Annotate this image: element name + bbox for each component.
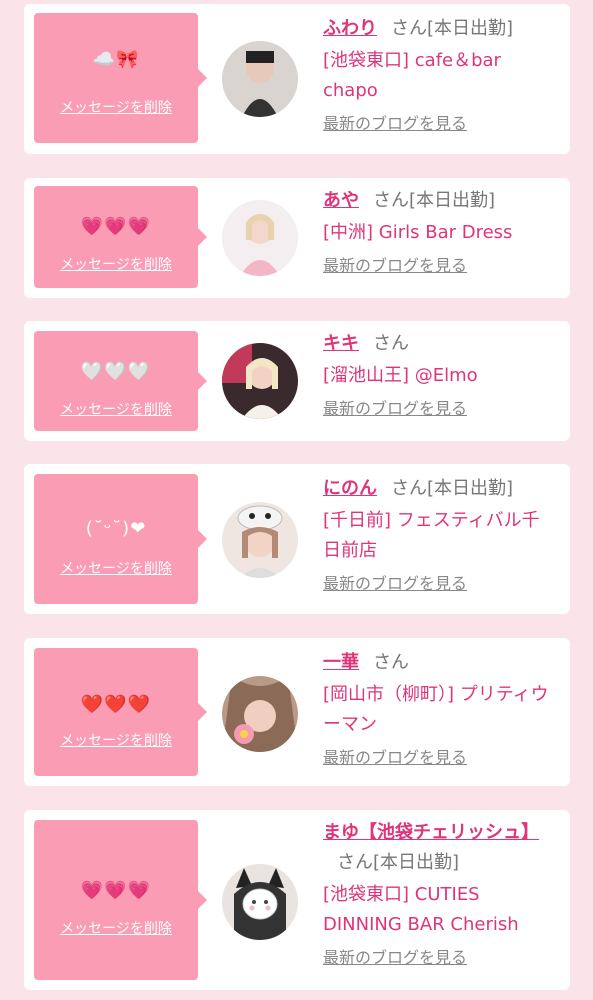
message-emoji: ❤️❤️❤️ (80, 694, 152, 715)
message-bubble: 💗💗💗 メッセージを削除 (34, 820, 207, 980)
delete-message-link[interactable]: メッセージを削除 (34, 732, 198, 750)
cast-info: ふわり さん[本日出勤] [池袋東口] cafe＆bar chapo 最新のブログ… (323, 14, 556, 134)
favorite-card: 💗💗💗 メッセージを削除 あや さん[本日出勤] [中洲] Girls Bar D… (24, 178, 570, 298)
avatar[interactable] (222, 200, 298, 276)
status-badge: [本日出勤] (409, 190, 496, 211)
message-bubble: 💗💗💗 メッセージを削除 (34, 186, 207, 288)
cast-info: キキ さん [溜池山王] @Elmo 最新のブログを見る (323, 329, 556, 419)
honorific: さん (337, 852, 373, 873)
delete-message-link[interactable]: メッセージを削除 (34, 401, 198, 419)
cast-name-link[interactable]: まゆ【池袋チェリッシュ】 (323, 822, 539, 843)
latest-blog-link[interactable]: 最新のブログを見る (323, 256, 467, 276)
shop-name: [岡山市（柳町）] プリティウーマン (323, 684, 549, 735)
message-bubble: (˘ᵕ˘)❤ メッセージを削除 (34, 474, 207, 604)
shop-name: [中洲] Girls Bar Dress (323, 222, 513, 243)
message-emoji: 🤍🤍🤍 (80, 361, 152, 382)
favorite-card: (˘ᵕ˘)❤ メッセージを削除 にのん さん[本日出勤] [千日前] フェスティバ… (24, 464, 570, 614)
favorite-card: 💗💗💗 メッセージを削除 まゆ【池袋チェリッシュ】さん[本日出勤] [池袋東口]… (24, 810, 570, 990)
message-bubble: 🤍🤍🤍 メッセージを削除 (34, 331, 207, 431)
favorite-card: ❤️❤️❤️ メッセージを削除 一華 さん [岡山市（柳町）] プリティウーマン … (24, 638, 570, 786)
shop-name: [溜池山王] @Elmo (323, 365, 478, 386)
cast-name-link[interactable]: にのん (323, 478, 377, 499)
favorite-card: 🤍🤍🤍 メッセージを削除 キキ さん [溜池山王] @Elmo 最新のブログを見る (24, 321, 570, 441)
shop-name: [千日前] フェスティバル千日前店 (323, 510, 540, 561)
latest-blog-link[interactable]: 最新のブログを見る (323, 114, 467, 134)
message-bubble: ❤️❤️❤️ メッセージを削除 (34, 648, 207, 776)
shop-name: [池袋東口] CUTIES DINNING BAR Cherish (323, 884, 519, 935)
cast-name-link[interactable]: あや (323, 190, 359, 211)
status-badge: [本日出勤] (373, 852, 460, 873)
cast-info: 一華 さん [岡山市（柳町）] プリティウーマン 最新のブログを見る (323, 648, 556, 768)
honorific: さん (391, 18, 427, 39)
message-bubble: ☁️🎀 メッセージを削除 (34, 13, 207, 143)
latest-blog-link[interactable]: 最新のブログを見る (323, 399, 467, 419)
favorite-card: ☁️🎀 メッセージを削除 ふわり さん[本日出勤] [池袋東口] cafe＆bar… (24, 4, 570, 154)
avatar[interactable] (222, 41, 298, 117)
cast-name-link[interactable]: キキ (323, 333, 359, 354)
honorific: さん (373, 652, 409, 673)
message-emoji: ☁️🎀 (92, 49, 140, 70)
cast-info: あや さん[本日出勤] [中洲] Girls Bar Dress 最新のブログを見… (323, 186, 556, 276)
cast-name-link[interactable]: 一華 (323, 652, 359, 673)
cast-name-link[interactable]: ふわり (323, 18, 377, 39)
latest-blog-link[interactable]: 最新のブログを見る (323, 948, 467, 968)
honorific: さん (373, 190, 409, 211)
avatar[interactable] (222, 864, 298, 940)
honorific: さん (373, 333, 409, 354)
delete-message-link[interactable]: メッセージを削除 (34, 560, 198, 578)
cast-info: にのん さん[本日出勤] [千日前] フェスティバル千日前店 最新のブログを見る (323, 474, 556, 594)
delete-message-link[interactable]: メッセージを削除 (34, 920, 198, 938)
message-emoji: 💗💗💗 (80, 880, 152, 901)
status-badge: [本日出勤] (427, 18, 514, 39)
delete-message-link[interactable]: メッセージを削除 (34, 99, 198, 117)
latest-blog-link[interactable]: 最新のブログを見る (323, 574, 467, 594)
avatar[interactable] (222, 343, 298, 419)
status-badge: [本日出勤] (427, 478, 514, 499)
avatar[interactable] (222, 676, 298, 752)
cast-info: まゆ【池袋チェリッシュ】さん[本日出勤] [池袋東口] CUTIES DINNI… (323, 818, 556, 968)
honorific: さん (391, 478, 427, 499)
shop-name: [池袋東口] cafe＆bar chapo (323, 50, 501, 101)
message-emoji: 💗💗💗 (80, 216, 152, 237)
delete-message-link[interactable]: メッセージを削除 (34, 256, 198, 274)
message-emoji: (˘ᵕ˘)❤ (85, 518, 147, 539)
avatar[interactable] (222, 502, 298, 578)
latest-blog-link[interactable]: 最新のブログを見る (323, 748, 467, 768)
